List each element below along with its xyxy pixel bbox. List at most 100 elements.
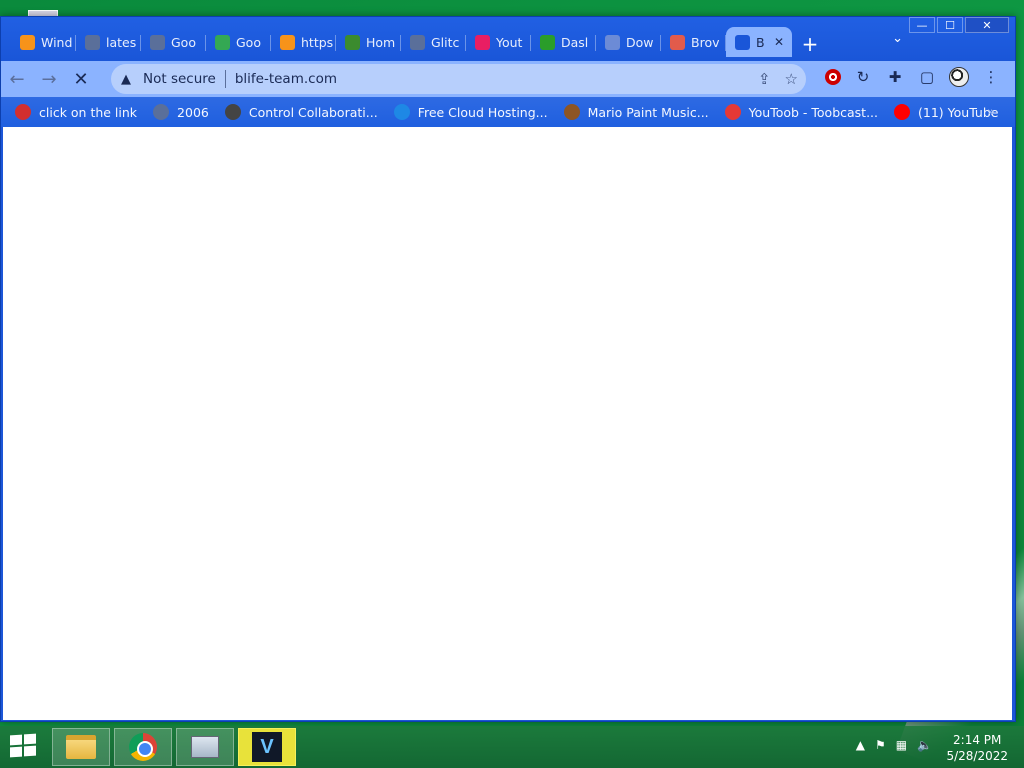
google-icon [215,34,230,50]
tab-label: lates [106,34,137,50]
globe-icon [153,104,170,120]
page-content[interactable] [3,127,1012,720]
tab-label: Dasl [561,34,589,50]
tab-0[interactable]: Wind [11,27,76,57]
security-label[interactable]: Not secure [143,71,216,87]
youtube-icon [894,104,911,120]
bookmark-label: 2006 [177,104,209,120]
profile-avatar[interactable] [949,67,969,87]
bookmark-item[interactable]: click on the link [15,104,137,120]
close-window-button[interactable]: ✕ [965,17,1009,33]
system-monitor-taskbar-button[interactable] [176,728,234,766]
tab-label: Goo [236,34,261,50]
menu-icon[interactable]: ⋮ [981,67,1001,87]
chrome-icon [129,733,157,761]
omnibox-divider [224,70,226,88]
new-tab-button[interactable]: + [792,27,828,61]
network-icon[interactable]: ▦ [896,738,907,752]
clock-time: 2:14 PM [953,733,1002,747]
target-extension-icon[interactable] [825,69,841,85]
tab-9[interactable]: Dow [596,27,661,57]
browser-window: Wind lates Goo Goo https Hom Glitc Yout Dasl Dow B… [0,16,1016,722]
tab-3[interactable]: Goo [206,27,271,57]
bookmark-item[interactable]: 2006 [153,104,209,120]
tab-label: Wind [41,34,73,50]
tab-7[interactable]: Yout [466,27,531,57]
bookmark-label: click on the link [39,104,138,120]
bookmark-item[interactable]: YouToob - Toobcast... [724,104,879,120]
loading-icon [735,34,750,50]
tab-6[interactable]: Glitc [401,27,466,57]
side-panel-icon[interactable]: ▢ [917,67,937,87]
tab-2[interactable]: Goo [141,27,206,57]
start-button[interactable] [10,733,38,759]
tab-11[interactable]: B ✕ [726,27,792,57]
bookmark-label: Free Cloud Hosting... [417,104,548,120]
warning-icon[interactable]: ▲ [121,72,137,87]
monitor-icon [191,736,219,758]
download-icon [475,34,490,50]
error-icon [15,104,31,120]
bookmark-star-icon[interactable]: ☆ [785,70,798,88]
tab-10[interactable]: Brov [661,27,726,57]
tab-label: Yout [496,34,523,50]
bookmarks-overflow-icon[interactable]: » [987,105,995,120]
bookmark-item[interactable]: Control Collaborati... [224,104,378,120]
bookmark-item[interactable]: Mario Paint Music... [563,104,709,120]
browser-icon [670,34,685,50]
refresh-extension-icon[interactable]: ↻ [853,67,873,87]
back-button[interactable]: ← [1,63,33,95]
extensions-puzzle-icon[interactable]: ✚ [885,67,905,87]
globe-icon [150,34,165,50]
tabs-container: Wind lates Goo Goo https Hom Glitc Yout Dasl Dow B… [11,27,828,61]
vercel-icon [393,104,410,120]
tab-5[interactable]: Hom [336,27,401,57]
tab-8[interactable]: Dasl [531,27,596,57]
stop-loading-button[interactable]: ✕ [65,63,97,95]
bookmark-label: Control Collaborati... [248,104,378,120]
toob-icon [724,104,741,120]
taskbar-clock[interactable]: 2:14 PM 5/28/2022 [946,732,1008,764]
tab-label: Hom [366,34,396,50]
clock-date: 5/28/2022 [946,749,1008,763]
action-center-flag-icon[interactable]: ⚑ [875,738,886,752]
collab-icon [224,104,241,120]
bookmark-item[interactable]: Free Cloud Hosting... [393,104,548,120]
tab-label: Dow [626,34,654,50]
address-bar[interactable]: ▲ Not secure blife-team.com ⇪ ☆ [111,64,806,94]
url-text[interactable]: blife-team.com [235,71,337,87]
forward-button[interactable]: → [33,63,65,95]
tab-search-icon[interactable]: ⌄ [892,31,903,46]
tray-chevron-icon[interactable]: ▲ [856,738,865,752]
play-icon [540,34,555,50]
tab-strip: Wind lates Goo Goo https Hom Glitc Yout Dasl Dow B… [1,17,1015,61]
bookmark-label: YouToob - Toobcast... [748,104,879,120]
folder-icon [66,735,96,759]
globe-icon [410,34,425,50]
mario-icon [563,104,580,120]
tab-1[interactable]: lates [76,27,141,57]
tab-label: https [301,34,334,50]
v-app-taskbar-button[interactable]: V [238,728,296,766]
bookmark-label: Mario Paint Music... [587,104,709,120]
share-icon[interactable]: ⇪ [758,70,771,88]
tab-label: Brov [691,34,720,50]
window-controls: — ☐ ✕ [909,17,1009,35]
system-tray: ▲ ⚑ ▦ 🔈 [856,738,932,752]
tab-label: B [756,34,765,50]
bitcoin-icon [280,34,295,50]
volume-muted-icon[interactable]: 🔈 [917,738,932,752]
file-explorer-taskbar-button[interactable] [52,728,110,766]
browser-toolbar: ← → ✕ ▲ Not secure blife-team.com ⇪ ☆ ↻ … [1,61,1015,97]
bookmarks-bar: click on the link 2006 Control Collaborati… [1,97,1015,127]
minimize-button[interactable]: — [909,17,935,33]
bookmark-item[interactable]: (11) YouTube [894,104,998,120]
tab-4[interactable]: https [271,27,336,57]
download-arrow-icon [605,34,620,50]
tab-label: Glitc [431,34,460,50]
bitcoin-icon [20,34,35,50]
globe-icon [85,34,100,50]
close-tab-icon[interactable]: ✕ [774,35,784,49]
chrome-taskbar-button[interactable] [114,728,172,766]
maximize-button[interactable]: ☐ [937,17,963,33]
